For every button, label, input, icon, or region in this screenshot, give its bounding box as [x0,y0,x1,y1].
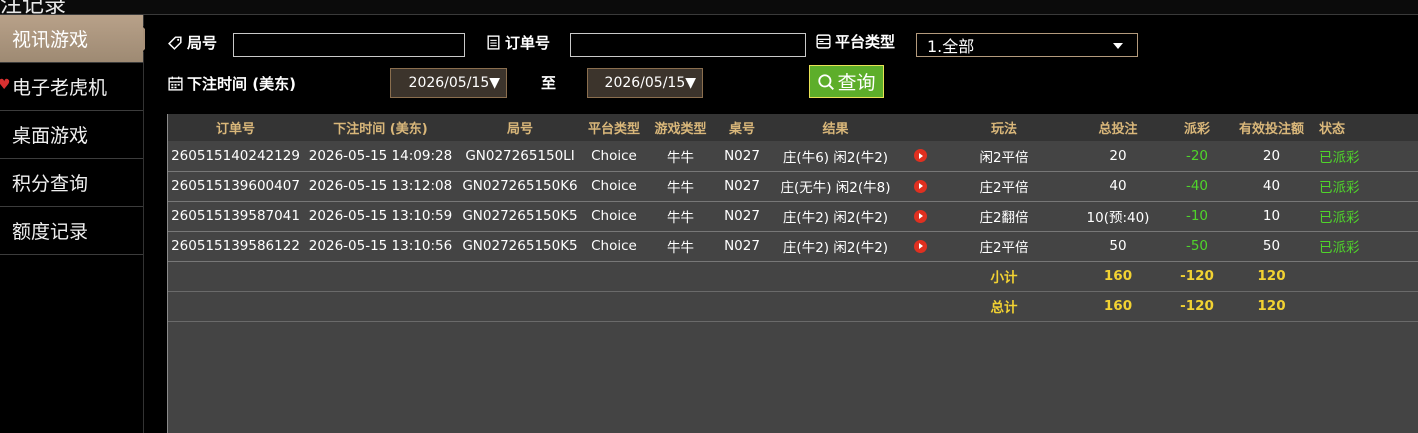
calendar-icon [168,76,183,91]
time-label: 下注时间 (美东) [167,73,296,94]
round-label: 局号 [167,32,217,53]
play-replay-icon[interactable] [913,179,927,193]
col-header: 平台类型 [582,114,646,141]
col-header: 总投注 [1070,114,1166,141]
top-bar: 注记录 [0,0,1418,15]
sidebar: 视讯游戏 ♥ 电子老虎机 桌面游戏 积分查询 额度记录 [0,15,156,433]
search-button[interactable]: 查询 [809,65,884,98]
sidebar-item-label: 额度记录 [12,221,89,243]
heart-icon: ♥ [0,77,11,93]
platform-label: 平台类型 [815,31,895,52]
sidebar-item-label: 积分查询 [12,173,89,195]
table-row: 260515140242129 2026-05-15 14:09:28 GN02… [168,141,1418,172]
table-row: 260515139587041 2026-05-15 13:10:59 GN02… [168,201,1418,232]
bet-records-table: 订单号 下注时间 (美东) 局号 平台类型 游戏类型 桌号 结果 玩法 总投注 … [168,114,1418,322]
play-replay-icon[interactable] [913,149,927,163]
table-row: 260515139600407 2026-05-15 13:12:08 GN02… [168,171,1418,202]
order-label: 订单号 [485,32,550,53]
col-header [902,114,938,141]
col-header: 有效投注额 [1228,114,1315,141]
page-title: 注记录 [0,0,67,15]
sidebar-item-label: 电子老虎机 [12,77,108,99]
round-input[interactable] [233,33,465,57]
col-header: 局号 [458,114,582,141]
date-to-picker[interactable]: 2026/05/15▼ [587,68,703,98]
col-header: 派彩 [1166,114,1228,141]
sidebar-item-label: 视讯游戏 [12,29,89,51]
main-panel: 局号 订单号 平台类型 1.全部 下注时间 (美东) 2026/05/15▼ 至… [145,15,1418,433]
search-icon [818,73,835,90]
sidebar-item-live-games[interactable]: 视讯游戏 [0,15,156,63]
col-header: 结果 [769,114,902,141]
to-label: 至 [541,74,557,92]
chevron-down-icon [1113,43,1123,49]
date-from-picker[interactable]: 2026/05/15▼ [390,68,507,98]
col-header: 桌号 [715,114,769,141]
col-header: 状态 [1315,114,1418,141]
records-table: 订单号 下注时间 (美东) 局号 平台类型 游戏类型 桌号 结果 玩法 总投注 … [167,114,1418,433]
sidebar-item-table-games[interactable]: 桌面游戏 [0,111,143,159]
document-icon [487,35,500,50]
platform-select[interactable]: 1.全部 [916,33,1138,57]
table-row: 260515139586122 2026-05-15 13:10:56 GN02… [168,231,1418,262]
col-header: 下注时间 (美东) [303,114,458,141]
sidebar-item-label: 桌面游戏 [12,125,89,147]
play-replay-icon[interactable] [913,209,927,223]
sidebar-item-slots[interactable]: ♥ 电子老虎机 [0,63,143,111]
col-header: 游戏类型 [646,114,715,141]
order-input[interactable] [570,33,806,57]
server-icon [816,34,831,49]
sidebar-item-points[interactable]: 积分查询 [0,159,143,207]
col-header: 订单号 [168,114,303,141]
total-row: 总计 160 -120 120 [168,291,1418,322]
sidebar-item-credit-records[interactable]: 额度记录 [0,207,143,255]
play-replay-icon[interactable] [913,239,927,253]
col-header: 玩法 [938,114,1070,141]
table-header-row: 订单号 下注时间 (美东) 局号 平台类型 游戏类型 桌号 结果 玩法 总投注 … [168,114,1418,141]
tag-icon [168,36,182,50]
subtotal-row: 小计 160 -120 120 [168,261,1418,292]
